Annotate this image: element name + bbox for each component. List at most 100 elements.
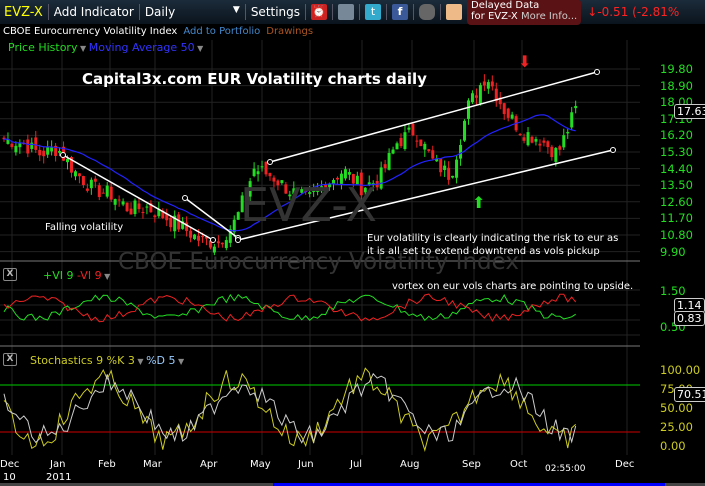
candle (189, 230, 193, 238)
candle (574, 105, 578, 109)
candle (478, 85, 482, 104)
month-label: Sep (462, 459, 481, 470)
month-label: Aug (400, 459, 420, 470)
price-axis-label: 9.90 (660, 244, 686, 259)
stochastics-legend: Stochastics 9 %K 3 ▼ %D 5 ▼ (30, 354, 184, 367)
trendline-handle (182, 195, 188, 201)
minus-vi-line (3, 293, 577, 323)
stochastics-axis-label: 0.00 (660, 439, 686, 453)
price-axis-label: 19.80 (660, 62, 693, 76)
candle (46, 146, 50, 155)
candle (50, 147, 54, 152)
stochastics-d-label[interactable]: %D 5 (146, 354, 175, 367)
candle (169, 217, 173, 228)
price-history-label[interactable]: Price History (8, 41, 77, 54)
month-label: Apr (200, 459, 218, 470)
candle (18, 143, 22, 148)
time-label: 02:55:00 (545, 464, 586, 474)
candle (117, 199, 121, 201)
price-axis-label: 12.60 (660, 194, 693, 209)
month-label: Jan (50, 459, 66, 470)
last-price-tag: 17.63 (674, 104, 705, 119)
candle (542, 140, 546, 143)
month-label: Jun (298, 459, 314, 470)
month-label: May (250, 459, 271, 470)
candle (486, 82, 490, 89)
vi-legend: +VI 9 -VI 9 ▼ (43, 269, 110, 282)
chevron-down-icon: ▼ (194, 44, 204, 53)
candle (459, 144, 463, 159)
candle (93, 178, 97, 182)
candle (379, 167, 383, 189)
month-label: Jul (350, 459, 363, 470)
candle (490, 81, 494, 87)
minus-vi-label[interactable]: -VI 9 (77, 269, 102, 282)
price-axis-label: 16.20 (660, 128, 693, 143)
trendline-handle (235, 237, 241, 243)
candle (256, 171, 260, 175)
candle (506, 108, 510, 118)
candle (554, 147, 558, 162)
candle (387, 152, 391, 170)
vortex-annotation: vortex on eur vols charts are pointing t… (392, 281, 634, 292)
candle (474, 95, 478, 98)
price-axis-label: 14.40 (660, 161, 693, 176)
year-label: 2011 (46, 472, 72, 483)
candle (466, 100, 470, 119)
candle (558, 146, 562, 150)
candle (220, 242, 224, 245)
candle (73, 171, 77, 177)
stochastics-tag: 70.51 (674, 387, 705, 402)
candle (403, 132, 407, 150)
candle (85, 188, 89, 191)
note-line: it is all set to extend downtrend as vol… (367, 246, 600, 257)
price-axis-label: 10.80 (660, 228, 693, 242)
month-label: Dec (615, 459, 635, 470)
moving-average-label[interactable]: Moving Average 50 (89, 41, 195, 54)
candle (121, 201, 125, 205)
candle (201, 236, 204, 238)
chevron-down-icon: ▼ (175, 357, 185, 366)
candle (431, 150, 435, 159)
year-label: 10 (3, 472, 16, 483)
candle (260, 166, 264, 168)
candle (109, 186, 113, 200)
stochastics-k-line (3, 367, 577, 453)
note-line: Eur volatility is clearly indicating the… (367, 233, 619, 244)
candle (570, 112, 574, 128)
candle (193, 234, 197, 240)
price-axis-label: 13.50 (660, 178, 693, 193)
month-label: Dec (0, 459, 20, 470)
candle (443, 165, 447, 170)
candle (252, 168, 256, 177)
candle (66, 158, 70, 163)
candle (502, 103, 506, 115)
stochastics-label[interactable]: Stochastics 9 %K 3 (30, 354, 135, 367)
candle (455, 159, 459, 178)
candle (482, 81, 486, 86)
vi-axis-label: 1.50 (660, 284, 686, 298)
candle (423, 143, 427, 150)
candle (137, 203, 141, 210)
candle (546, 141, 550, 148)
candle (97, 185, 101, 198)
close-vi-button[interactable]: X (3, 268, 17, 281)
candle (439, 158, 443, 173)
candle (411, 123, 415, 136)
candle (522, 137, 526, 141)
candle (399, 137, 403, 147)
candle (427, 149, 431, 151)
plus-vi-label[interactable]: +VI 9 (43, 269, 73, 282)
candle (415, 140, 419, 142)
stochastics-axis-label: 50.00 (660, 401, 693, 415)
candle (383, 164, 387, 169)
month-label: Feb (98, 459, 116, 470)
candle (77, 173, 81, 177)
candle (463, 120, 467, 141)
note-annotation: Eur volatility is clearly indicating the… (367, 232, 618, 258)
stochastics-axis-label: 25.00 (660, 420, 693, 434)
candle (347, 172, 351, 175)
arrow-down-icon: ⬇ (518, 52, 532, 71)
close-stochastics-button[interactable]: X (3, 353, 17, 366)
price-panel-legend: Price History ▼ Moving Average 50 ▼ (8, 41, 203, 54)
